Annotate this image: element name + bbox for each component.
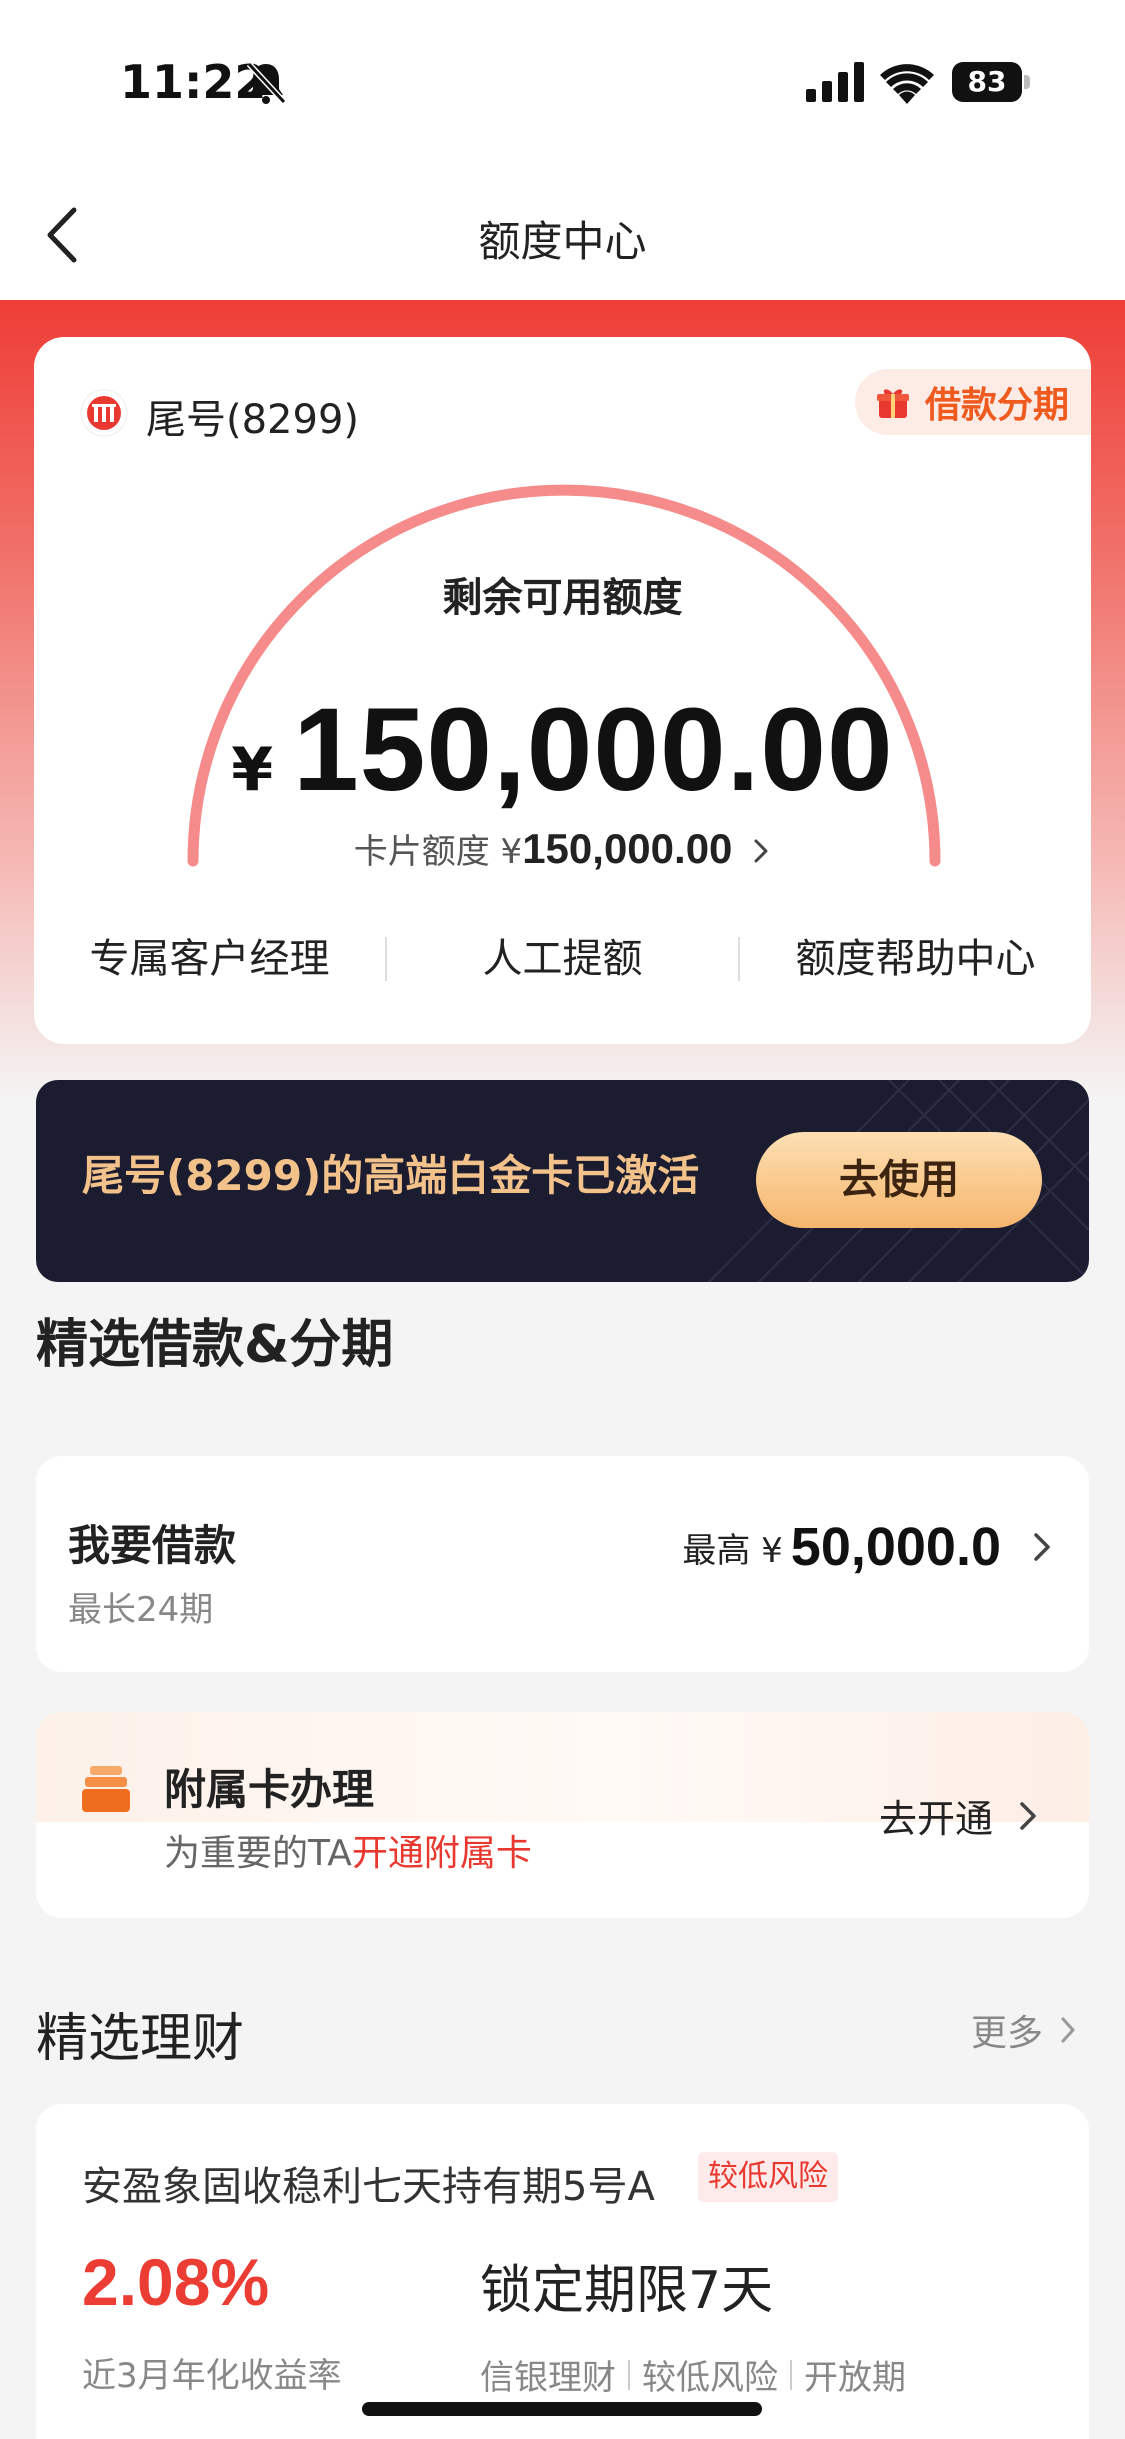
home-indicator[interactable] bbox=[362, 2402, 762, 2416]
more-link[interactable]: 更多 bbox=[971, 2004, 1077, 2056]
fund-rate-label: 近3月年化收益率 bbox=[82, 2356, 342, 2396]
page-title: 额度中心 bbox=[478, 217, 647, 266]
nav-bar: 额度中心 bbox=[0, 170, 1125, 300]
card-limit-link[interactable]: 卡片额度 ¥150,000.00 bbox=[34, 824, 1091, 873]
bank-logo-icon bbox=[80, 389, 128, 437]
signal-icon bbox=[806, 62, 864, 102]
card-limit-value: 150,000.00 bbox=[522, 825, 733, 872]
quota-card: 尾号(8299) 借款分期 剩余可用额度 ¥150,000.00 卡片额度 ¥1… bbox=[34, 337, 1091, 1044]
quota-links: 专属客户经理 人工提额 额度帮助中心 bbox=[34, 929, 1091, 989]
open-supplementary-button[interactable]: 去开通 bbox=[879, 1788, 1039, 1843]
card-activated-banner[interactable]: 尾号(8299)的高端白金卡已激活 去使用 bbox=[36, 1080, 1089, 1282]
loan-title: 我要借款 bbox=[68, 1521, 237, 1570]
loan-max-value: 50,000.0 bbox=[790, 1517, 1001, 1577]
remaining-label: 剩余可用额度 bbox=[442, 575, 683, 621]
status-bar: 11:22 83 bbox=[0, 0, 1125, 170]
card-stack-icon bbox=[82, 1766, 130, 1812]
desc-highlight: 开通附属卡 bbox=[351, 1833, 532, 1874]
battery-icon: 83 bbox=[952, 62, 1030, 102]
loan-card[interactable]: 我要借款 最长24期 最高 ¥ 50,000.0 bbox=[36, 1456, 1089, 1672]
fund-name: 安盈象固收稳利七天持有期5号A bbox=[82, 2164, 655, 2210]
wifi-icon bbox=[880, 64, 934, 104]
chevron-right-icon bbox=[1034, 1533, 1050, 1561]
bell-off-icon bbox=[246, 61, 287, 105]
fund-rate: 2.08% bbox=[82, 2245, 270, 2319]
loan-section-title: 精选借款&分期 bbox=[36, 1315, 394, 1375]
more-label: 更多 bbox=[970, 2013, 1043, 2054]
currency-symbol: ¥ bbox=[231, 735, 274, 805]
wealth-section-title: 精选理财 bbox=[36, 2009, 245, 2069]
loan-installment-tag[interactable]: 借款分期 bbox=[854, 369, 1091, 435]
supplementary-card-desc: 为重要的TA开通附属卡 bbox=[164, 1824, 532, 1876]
supplementary-card[interactable]: 附属卡办理 为重要的TA开通附属卡 去开通 bbox=[36, 1712, 1089, 1918]
loan-max-amount: 最高 ¥ 50,000.0 bbox=[682, 1516, 1053, 1578]
fund-lock-period: 锁定期限7天 bbox=[480, 2261, 774, 2321]
help-center-link[interactable]: 额度帮助中心 bbox=[740, 929, 1091, 989]
fund-tags: 信银理财 较低风险 开放期 bbox=[480, 2350, 906, 2399]
desc-prefix: 为重要的TA bbox=[164, 1833, 352, 1874]
loan-max-prefix: 最高 ¥ bbox=[682, 1530, 783, 1571]
loan-subtitle: 最长24期 bbox=[68, 1590, 214, 1630]
supplementary-card-title: 附属卡办理 bbox=[164, 1765, 375, 1814]
open-label: 去开通 bbox=[878, 1797, 993, 1841]
loan-installment-label: 借款分期 bbox=[924, 385, 1069, 426]
fund-tag: 开放期 bbox=[804, 2358, 906, 2398]
chevron-right-icon bbox=[754, 839, 768, 863]
remaining-amount-row: ¥150,000.00 bbox=[34, 682, 1091, 818]
banner-text: 尾号(8299)的高端白金卡已激活 bbox=[82, 1151, 700, 1200]
account-manager-link[interactable]: 专属客户经理 bbox=[34, 929, 385, 989]
use-now-button[interactable]: 去使用 bbox=[756, 1132, 1042, 1228]
fund-tag: 信银理财 bbox=[480, 2358, 616, 2398]
fund-card[interactable]: 安盈象固收稳利七天持有期5号A 较低风险 2.08% 近3月年化收益率 锁定期限… bbox=[36, 2104, 1089, 2439]
card-tail-number: 尾号(8299) bbox=[146, 397, 360, 443]
battery-level: 83 bbox=[952, 62, 1022, 102]
chevron-right-icon bbox=[1020, 1801, 1036, 1830]
fund-tag: 较低风险 bbox=[642, 2358, 778, 2398]
chevron-right-icon bbox=[1061, 2017, 1075, 2043]
risk-badge: 较低风险 bbox=[698, 2152, 838, 2202]
card-limit-label: 卡片额度 ¥ bbox=[353, 832, 523, 872]
gift-icon bbox=[876, 389, 909, 418]
manual-increase-link[interactable]: 人工提额 bbox=[387, 929, 738, 989]
remaining-amount: 150,000.00 bbox=[293, 684, 894, 816]
